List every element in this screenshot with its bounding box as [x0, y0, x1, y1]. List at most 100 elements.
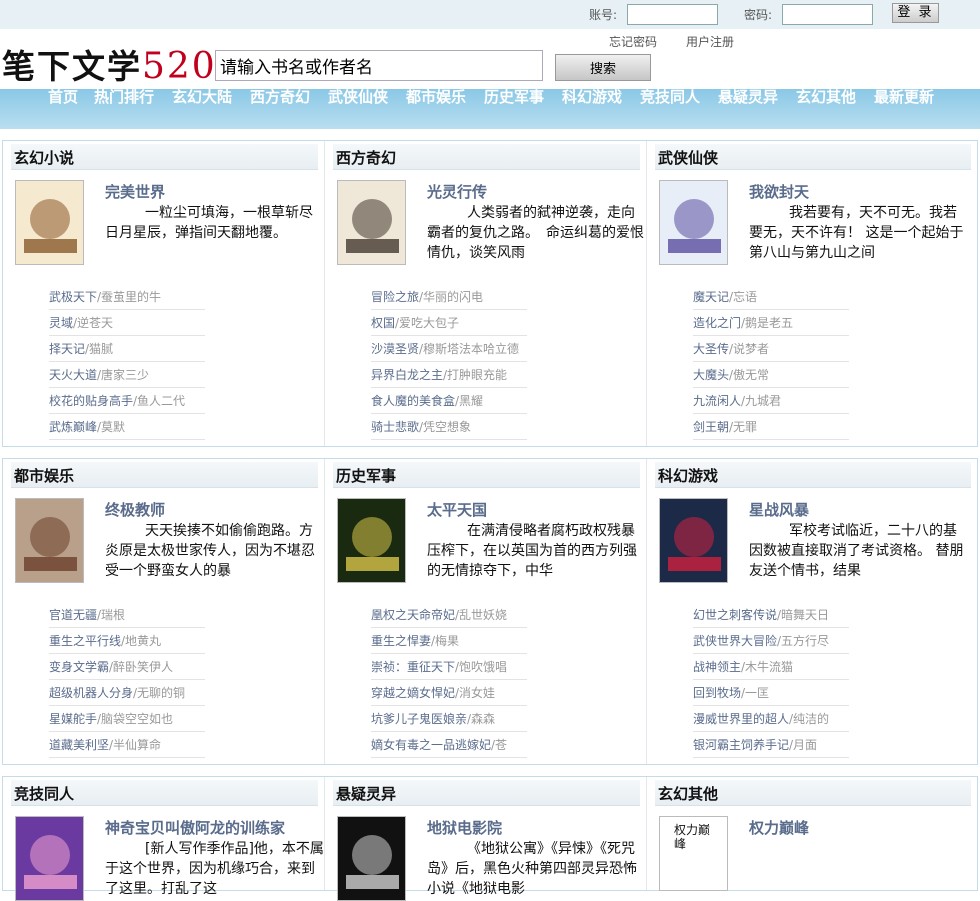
list-book-title[interactable]: 灵域 — [49, 316, 73, 330]
list-book-title[interactable]: 坑爹儿子鬼医娘亲 — [371, 712, 467, 726]
list-book-title[interactable]: 变身文学霸 — [49, 660, 109, 674]
list-book-title[interactable]: 重生之平行线 — [49, 634, 121, 648]
list-book-author[interactable]: /醉卧笑伊人 — [109, 660, 173, 674]
nav-item[interactable]: 竞技同人 — [640, 89, 700, 107]
list-book-author[interactable]: /忘语 — [729, 290, 757, 304]
book-cover[interactable] — [15, 498, 84, 583]
forgot-password-link[interactable]: 忘记密码 — [609, 33, 657, 50]
list-book-title[interactable]: 战神领主 — [693, 660, 741, 674]
list-book-author[interactable]: /梅果 — [431, 634, 459, 648]
list-book-title[interactable]: 造化之门 — [693, 316, 741, 330]
book-cover[interactable] — [337, 498, 406, 583]
list-book-author[interactable]: /森森 — [467, 712, 495, 726]
list-book-author[interactable]: /黑耀 — [455, 394, 483, 408]
list-book-author[interactable]: /莫默 — [97, 420, 125, 434]
list-book-title[interactable]: 嫡女有毒之一品逃嫁妃 — [371, 738, 491, 752]
list-book-author[interactable]: /半仙算命 — [109, 738, 161, 752]
book-title[interactable]: 完美世界 — [105, 181, 165, 202]
list-book-author[interactable]: /鱼人二代 — [133, 394, 185, 408]
category-title[interactable]: 悬疑灵异 — [333, 780, 640, 806]
list-book-title[interactable]: 武侠世界大冒险 — [693, 634, 777, 648]
nav-item[interactable]: 热门排行 — [94, 89, 154, 107]
list-book-title[interactable]: 官道无疆 — [49, 608, 97, 622]
list-book-title[interactable]: 超级机器人分身 — [49, 686, 133, 700]
list-book-title[interactable]: 幻世之刺客传说 — [693, 608, 777, 622]
category-title[interactable]: 竞技同人 — [11, 780, 318, 806]
list-book-title[interactable]: 大魔头 — [693, 368, 729, 382]
book-title[interactable]: 权力巅峰 — [749, 817, 809, 838]
list-book-title[interactable]: 冒险之旅 — [371, 290, 419, 304]
list-book-author[interactable]: /瑞根 — [97, 608, 125, 622]
book-title[interactable]: 光灵行传 — [427, 181, 487, 202]
list-book-author[interactable]: /脑袋空空如也 — [97, 712, 173, 726]
list-book-author[interactable]: /华丽的闪电 — [419, 290, 483, 304]
nav-item[interactable]: 悬疑灵异 — [718, 89, 778, 107]
book-title[interactable]: 我欲封天 — [749, 181, 809, 202]
list-book-title[interactable]: 回到牧场 — [693, 686, 741, 700]
list-book-author[interactable]: /无聊的铜 — [133, 686, 185, 700]
list-book-title[interactable]: 星媒舵手 — [49, 712, 97, 726]
book-cover[interactable] — [337, 816, 406, 901]
category-title[interactable]: 武侠仙侠 — [655, 144, 971, 170]
nav-item[interactable]: 玄幻其他 — [796, 89, 856, 107]
nav-item[interactable]: 玄幻大陆 — [172, 89, 232, 107]
login-button[interactable]: 登 录 — [892, 3, 939, 23]
list-book-title[interactable]: 凰权之天命帝妃 — [371, 608, 455, 622]
list-book-author[interactable]: /消女娃 — [455, 686, 495, 700]
list-book-author[interactable]: /爱吃大包子 — [395, 316, 459, 330]
list-book-author[interactable]: /九城君 — [741, 394, 781, 408]
account-input[interactable] — [627, 4, 718, 25]
book-cover[interactable] — [659, 180, 728, 265]
list-book-title[interactable]: 食人魔的美食盒 — [371, 394, 455, 408]
list-book-title[interactable]: 剑王朝 — [693, 420, 729, 434]
list-book-author[interactable]: /穆斯塔法本哈立德 — [419, 342, 519, 356]
list-book-author[interactable]: /地黄丸 — [121, 634, 161, 648]
book-cover[interactable] — [659, 498, 728, 583]
nav-item[interactable]: 西方奇幻 — [250, 89, 310, 107]
book-title[interactable]: 神奇宝贝叫傲阿龙的训练家 — [105, 817, 285, 838]
nav-item[interactable]: 历史军事 — [484, 89, 544, 107]
list-book-author[interactable]: /月面 — [789, 738, 817, 752]
list-book-title[interactable]: 崇祯：重征天下 — [371, 660, 455, 674]
book-cover[interactable] — [15, 816, 84, 901]
list-book-author[interactable]: /乱世妖娆 — [455, 608, 507, 622]
nav-item[interactable]: 都市娱乐 — [406, 89, 466, 107]
book-title[interactable]: 太平天国 — [427, 499, 487, 520]
list-book-title[interactable]: 九流闲人 — [693, 394, 741, 408]
list-book-author[interactable]: /暗舞天日 — [777, 608, 829, 622]
list-book-author[interactable]: /鹅是老五 — [741, 316, 793, 330]
list-book-title[interactable]: 校花的贴身高手 — [49, 394, 133, 408]
site-logo[interactable]: 笔下文学520 — [2, 40, 217, 88]
register-link[interactable]: 用户注册 — [686, 33, 734, 50]
list-book-author[interactable]: /凭空想象 — [419, 420, 471, 434]
category-title[interactable]: 玄幻其他 — [655, 780, 971, 806]
search-button[interactable]: 搜索 — [555, 54, 651, 81]
list-book-title[interactable]: 道藏美利坚 — [49, 738, 109, 752]
list-book-title[interactable]: 天火大道 — [49, 368, 97, 382]
book-title[interactable]: 终极教师 — [105, 499, 165, 520]
list-book-title[interactable]: 择天记 — [49, 342, 85, 356]
list-book-author[interactable]: /打肿眼充能 — [443, 368, 507, 382]
category-title[interactable]: 玄幻小说 — [11, 144, 318, 170]
list-book-author[interactable]: /苍 — [491, 738, 507, 752]
list-book-title[interactable]: 大圣传 — [693, 342, 729, 356]
list-book-author[interactable]: /唐家三少 — [97, 368, 149, 382]
nav-item[interactable]: 首页 — [48, 89, 78, 107]
list-book-author[interactable]: /说梦者 — [729, 342, 769, 356]
book-cover[interactable]: 权力巅峰 — [659, 816, 728, 891]
list-book-title[interactable]: 武炼巅峰 — [49, 420, 97, 434]
list-book-title[interactable]: 沙漠圣贤 — [371, 342, 419, 356]
list-book-author[interactable]: /饱吹饿唱 — [455, 660, 507, 674]
list-book-title[interactable]: 穿越之嫡女悍妃 — [371, 686, 455, 700]
book-cover[interactable] — [15, 180, 84, 265]
category-title[interactable]: 西方奇幻 — [333, 144, 640, 170]
list-book-title[interactable]: 武极天下 — [49, 290, 97, 304]
list-book-title[interactable]: 权国 — [371, 316, 395, 330]
list-book-author[interactable]: /蚕茧里的牛 — [97, 290, 161, 304]
book-cover[interactable] — [337, 180, 406, 265]
list-book-title[interactable]: 银河霸主饲养手记 — [693, 738, 789, 752]
nav-item[interactable]: 武侠仙侠 — [328, 89, 388, 107]
list-book-author[interactable]: /一匡 — [741, 686, 769, 700]
list-book-author[interactable]: /木牛流猫 — [741, 660, 793, 674]
nav-item[interactable]: 科幻游戏 — [562, 89, 622, 107]
